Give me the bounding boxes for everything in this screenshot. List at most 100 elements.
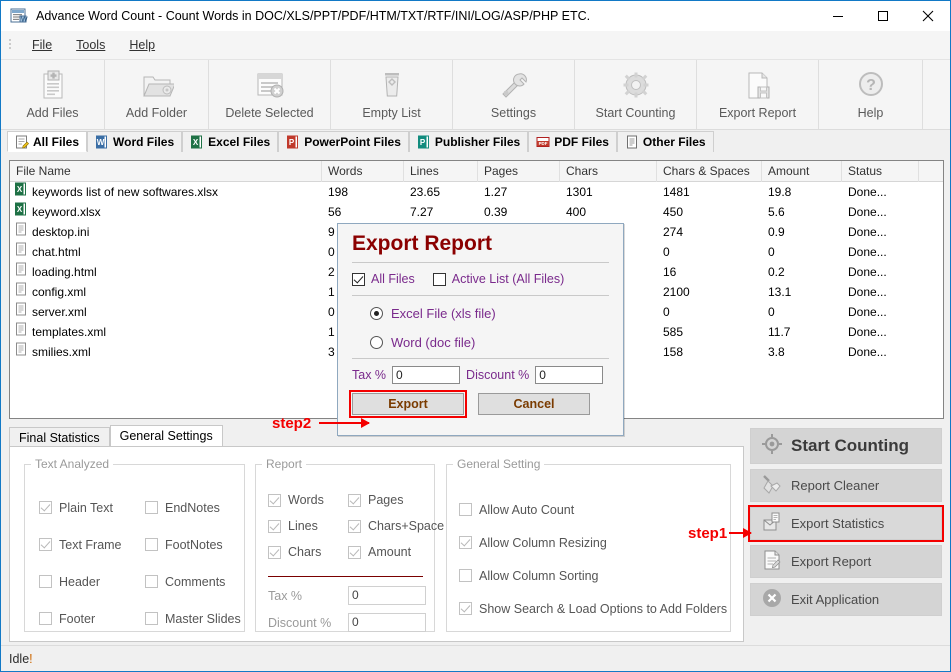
dialog-discount-input[interactable]: 0	[535, 366, 604, 384]
checkbox-amount[interactable]: Amount	[348, 539, 444, 565]
action-buttons: Start Counting Report Cleaner Export Stati…	[748, 428, 944, 621]
dialog-tax-input[interactable]: 0	[392, 366, 461, 384]
checkbox-allow-column-resizing[interactable]: Allow Column Resizing	[459, 526, 727, 559]
report-tax-input[interactable]: 0	[348, 586, 426, 605]
column-header-pages[interactable]: Pages	[478, 161, 560, 182]
checkbox-icon	[459, 536, 472, 549]
checkbox-comments[interactable]: Comments	[145, 563, 241, 600]
cell-amount: 0.9	[768, 225, 785, 239]
menu-tools[interactable]: Tools	[64, 34, 117, 56]
action-export-report[interactable]: Export Report	[750, 545, 942, 578]
cell-file-name: chat.html	[10, 242, 322, 262]
close-button[interactable]	[905, 1, 950, 31]
toolbar-delete-selected[interactable]: Delete Selected	[209, 60, 331, 129]
dialog-word-radio[interactable]: Word (doc file)	[338, 327, 623, 356]
menu-help[interactable]: Help	[117, 34, 167, 56]
file-name-text: chat.html	[32, 245, 81, 259]
cell-status: Done...	[848, 205, 887, 219]
column-header-lines[interactable]: Lines	[404, 161, 478, 182]
cancel-button[interactable]: Cancel	[478, 393, 590, 415]
cell-pages: 1.27	[484, 185, 508, 199]
action-export-statistics[interactable]: Export Statistics	[748, 505, 944, 542]
checkbox-icon	[145, 575, 158, 588]
checkbox-label: Pages	[368, 493, 404, 507]
column-header-status[interactable]: Status	[842, 161, 919, 182]
toolbar-help[interactable]: ? Help	[819, 60, 923, 129]
column-header-file-name[interactable]: File Name	[10, 161, 322, 182]
cell-file-name: config.xml	[10, 282, 322, 302]
report-discount-input[interactable]: 0	[348, 613, 426, 632]
excel-icon: X	[191, 135, 203, 149]
checkbox-words[interactable]: Words	[268, 487, 324, 513]
toolbar-start-counting[interactable]: Start Counting	[575, 60, 697, 129]
toolbar-settings[interactable]: Settings	[453, 60, 575, 129]
checkbox-plain-text[interactable]: Plain Text	[39, 489, 122, 526]
toolbar-export-report[interactable]: Export Report	[697, 60, 819, 129]
tab-final-statistics[interactable]: Final Statistics	[9, 427, 110, 447]
dialog-all-files-checkbox[interactable]: All Files	[352, 272, 415, 286]
tab-general-settings[interactable]: General Settings	[109, 425, 223, 447]
text-analyzed-left-column: Plain Text Text Frame Header Footer	[39, 489, 122, 637]
toolbar-add-files[interactable]: Add Files	[1, 60, 105, 129]
table-row[interactable]: Xkeyword.xlsx 56 7.27 0.39 400 450 5.6 Done...	[10, 202, 943, 222]
checkbox-chars[interactable]: Chars	[268, 539, 324, 565]
tab-all-files[interactable]: All Files	[7, 131, 88, 152]
column-header-words[interactable]: Words	[322, 161, 404, 182]
checkbox-allow-column-sorting[interactable]: Allow Column Sorting	[459, 559, 727, 592]
dialog-divider-1	[352, 262, 609, 263]
dialog-excel-radio[interactable]: Excel File (xls file)	[338, 298, 623, 327]
checkbox-footer[interactable]: Footer	[39, 600, 122, 637]
tab-publisher-files[interactable]: P Publisher Files	[408, 131, 529, 152]
export-report-dialog-title: Export Report	[352, 232, 493, 255]
dialog-word-label: Word (doc file)	[391, 335, 476, 350]
action-exit-application[interactable]: Exit Application	[750, 583, 942, 616]
dialog-active-list-checkbox[interactable]: Active List (All Files)	[432, 272, 564, 286]
table-row[interactable]: Xkeywords list of new softwares.xlsx 198 2…	[10, 182, 943, 202]
checkbox-header[interactable]: Header	[39, 563, 122, 600]
column-header-chars[interactable]: Chars	[560, 161, 657, 182]
menu-file[interactable]: File	[20, 34, 64, 56]
checkbox-label: Header	[59, 574, 100, 589]
checkbox-chars-space[interactable]: Chars+Space	[348, 513, 444, 539]
minimize-button[interactable]	[815, 1, 860, 31]
cell-pad	[919, 202, 943, 222]
checkbox-endnotes[interactable]: EndNotes	[145, 489, 241, 526]
checkbox-footnotes[interactable]: FootNotes	[145, 526, 241, 563]
pdf-icon: PDF	[536, 137, 550, 147]
general-setting-group: General Setting Allow Auto Count Allow Co…	[446, 457, 731, 632]
column-header-amount[interactable]: Amount	[762, 161, 842, 182]
checkbox-pages[interactable]: Pages	[348, 487, 444, 513]
tab-pdf-files[interactable]: PDF PDF Files	[528, 131, 617, 152]
dialog-all-files-label: All Files	[371, 272, 415, 286]
export-statistics-icon	[761, 511, 783, 536]
checkbox-show-search-load-options-to-add-folders[interactable]: Show Search & Load Options to Add Folder…	[459, 592, 727, 625]
checkbox-allow-auto-count[interactable]: Allow Auto Count	[459, 493, 727, 526]
checkbox-master-slides[interactable]: Master Slides	[145, 600, 241, 637]
action-start-counting[interactable]: Start Counting	[750, 428, 942, 464]
text-analyzed-right-column: EndNotes FootNotes Comments Master Slides	[145, 489, 241, 637]
toolbar-add-folder[interactable]: Add Folder	[105, 60, 209, 129]
checkbox-text-frame[interactable]: Text Frame	[39, 526, 122, 563]
checkbox-label: FootNotes	[165, 537, 223, 552]
export-button[interactable]: Export	[349, 390, 467, 418]
maximize-button[interactable]	[860, 1, 905, 31]
radio-icon	[370, 307, 383, 320]
dialog-discount-label: Discount %	[466, 368, 530, 382]
checkbox-icon	[348, 519, 361, 533]
checkbox-label: Footer	[59, 611, 96, 626]
tab-excel-files[interactable]: X Excel Files	[182, 131, 279, 152]
excel-file-icon: X	[14, 202, 28, 222]
column-header-chars-spaces[interactable]: Chars & Spaces	[657, 161, 762, 182]
action-label: Start Counting	[791, 436, 910, 455]
cell-file-name: templates.xml	[10, 322, 322, 342]
tab-other-files[interactable]: Other Files	[616, 131, 714, 152]
word-icon: W	[96, 135, 108, 149]
tab-word-files[interactable]: W Word Files	[87, 131, 183, 152]
menu-tools-label: Tools	[76, 38, 106, 52]
checkbox-icon	[268, 493, 281, 507]
action-report-cleaner[interactable]: Report Cleaner	[750, 469, 942, 502]
toolbar-empty-list[interactable]: Empty List	[331, 60, 453, 129]
tab-powerpoint-files[interactable]: P PowerPoint Files	[278, 131, 409, 152]
checkbox-lines[interactable]: Lines	[268, 513, 324, 539]
